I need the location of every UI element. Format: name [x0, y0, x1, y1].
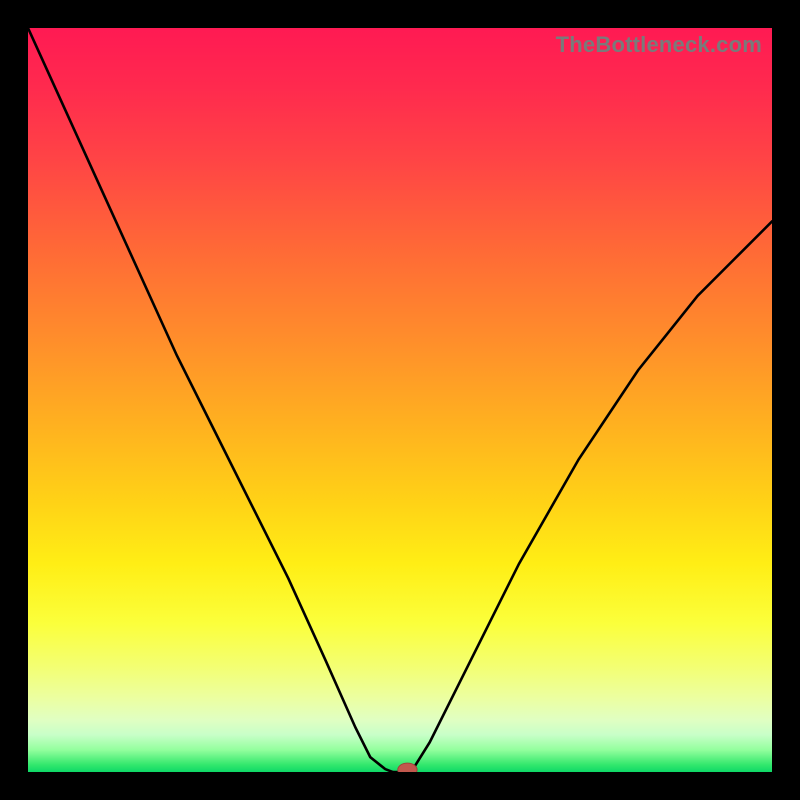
- watermark-text: TheBottleneck.com: [556, 32, 762, 58]
- curve-left-branch: [28, 28, 393, 772]
- chart-svg: [28, 28, 772, 772]
- plot-area: TheBottleneck.com: [28, 28, 772, 772]
- curve-right-branch: [411, 221, 772, 772]
- minimum-marker: [398, 763, 417, 772]
- outer-frame: TheBottleneck.com: [0, 0, 800, 800]
